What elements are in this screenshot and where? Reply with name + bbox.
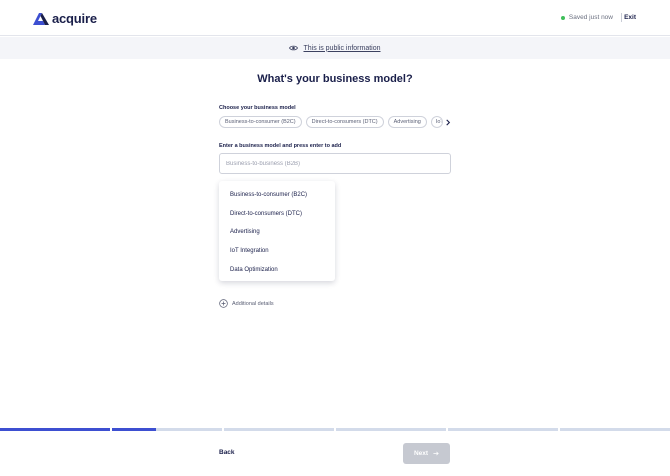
additional-details-button[interactable]: Additional details (219, 299, 274, 308)
progress-segment-5 (448, 428, 558, 431)
business-model-input[interactable] (219, 153, 451, 174)
dropdown-item-dtc[interactable]: Direct-to-consumers (DTC) (219, 205, 335, 224)
suggestions-dropdown: Business-to-consumer (B2C) Direct-to-con… (219, 181, 335, 281)
page-title: What's your business model? (257, 73, 413, 85)
chip-dtc[interactable]: Direct-to-consumers (DTC) (305, 116, 384, 128)
plus-circle-icon (219, 299, 228, 308)
additional-details-label: Additional details (232, 300, 274, 307)
progress-segment-fill (0, 428, 110, 431)
saved-dot-icon (560, 15, 565, 20)
chip-iot[interactable]: IoT Integration (430, 116, 443, 128)
dropdown-item-data-optimization[interactable]: Data Optimization (219, 260, 335, 279)
progress-segment-1 (0, 428, 110, 431)
top-header: acquire Saved just now Exit (0, 0, 670, 36)
progress-segment-fill (112, 428, 156, 431)
dropdown-item-iot[interactable]: IoT Integration (219, 242, 335, 261)
arrow-right-icon (433, 451, 439, 456)
progress-segment-2 (112, 428, 222, 431)
saved-status: Saved just now (560, 14, 613, 21)
progress-segment-4 (336, 428, 446, 431)
chevron-right-icon (446, 118, 451, 126)
saved-status-text: Saved just now (568, 14, 613, 21)
business-model-chips: Business-to-consumer (B2C) Direct-to-con… (219, 116, 451, 128)
public-info-banner: This is public information (0, 37, 670, 59)
chip-b2c[interactable]: Business-to-consumer (B2C) (219, 116, 302, 128)
next-button[interactable]: Next (403, 443, 450, 464)
choose-model-label: Choose your business model (219, 105, 296, 111)
chips-scroll-right-button[interactable] (443, 117, 453, 127)
header-divider (621, 13, 622, 22)
acquire-logo[interactable]: acquire (33, 11, 97, 26)
eye-icon (289, 45, 299, 51)
progress-segment-6 (560, 428, 670, 431)
step-progress-bar (0, 428, 670, 431)
chip-advertising[interactable]: Advertising (387, 116, 427, 128)
acquire-logo-icon (33, 12, 49, 25)
exit-button[interactable]: Exit (624, 14, 636, 21)
progress-segment-3 (224, 428, 334, 431)
next-button-label: Next (413, 450, 429, 457)
dropdown-item-b2c[interactable]: Business-to-consumer (B2C) (219, 186, 335, 205)
enter-model-label: Enter a business model and press enter t… (219, 143, 342, 149)
logo-text: acquire (52, 11, 97, 26)
public-info-link[interactable]: This is public information (303, 45, 380, 52)
back-button[interactable]: Back (219, 449, 235, 456)
dropdown-item-advertising[interactable]: Advertising (219, 223, 335, 242)
